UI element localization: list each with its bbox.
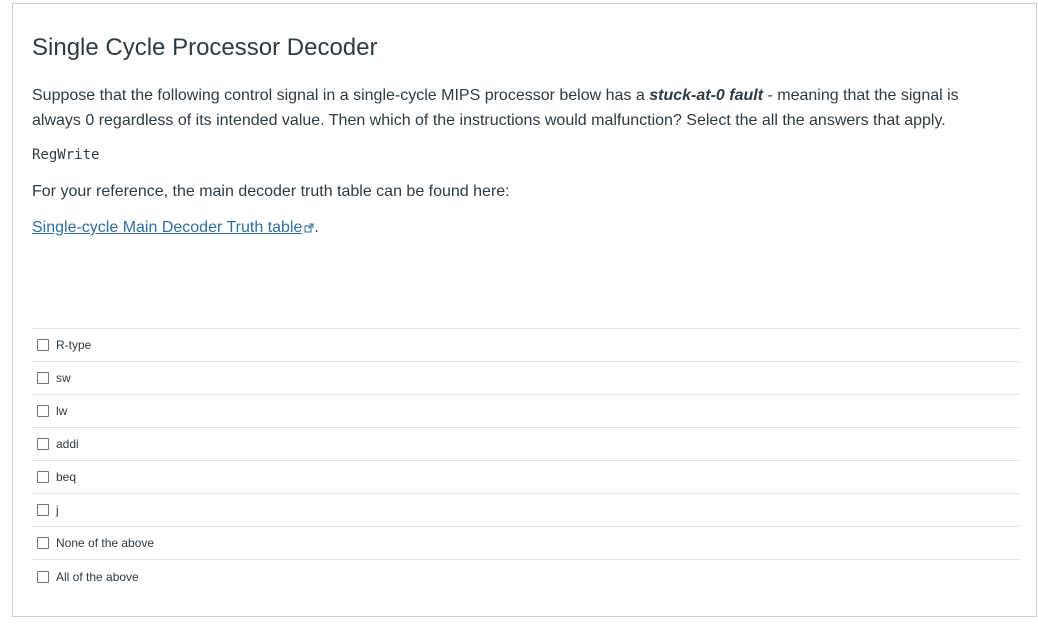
answer-label: All of the above — [56, 569, 139, 584]
quiz-question-panel: Single Cycle Processor Decoder Suppose t… — [12, 3, 1037, 617]
answer-label: R-type — [56, 338, 92, 352]
answer-label: lw — [56, 404, 68, 418]
link-suffix: . — [314, 219, 319, 236]
answer-option-sw[interactable]: sw — [32, 362, 1019, 395]
answer-label: sw — [56, 371, 71, 385]
answer-label: None of the above — [56, 536, 155, 550]
checkbox-addi[interactable] — [37, 438, 49, 450]
question-text-before: Suppose that the following control signa… — [32, 87, 650, 104]
checkbox-none-of-the-above[interactable] — [37, 537, 49, 549]
reference-link-line: Single-cycle Main Decoder Truth table . — [32, 219, 319, 237]
checkbox-sw[interactable] — [37, 372, 49, 384]
answer-option-beq[interactable]: beq — [32, 461, 1019, 494]
checkbox-r-type[interactable] — [37, 339, 49, 351]
checkbox-lw[interactable] — [37, 405, 49, 417]
answer-label: j — [56, 503, 59, 517]
truth-table-link[interactable]: Single-cycle Main Decoder Truth table — [32, 219, 302, 236]
answer-option-all-of-the-above[interactable]: All of the above — [32, 560, 1019, 593]
question-title: Single Cycle Processor Decoder — [32, 34, 378, 61]
question-emphasis: stuck-at-0 fault — [649, 87, 764, 104]
answer-option-addi[interactable]: addi — [32, 428, 1019, 461]
answer-list: R-type sw lw addi beq j None of the abov… — [32, 328, 1019, 593]
control-signal-code: RegWrite — [32, 147, 100, 163]
answer-label: beq — [56, 470, 77, 484]
external-link-icon — [304, 223, 314, 233]
answer-label: addi — [56, 437, 79, 451]
answer-option-r-type[interactable]: R-type — [32, 329, 1019, 362]
checkbox-beq[interactable] — [37, 471, 49, 483]
checkbox-j[interactable] — [37, 504, 49, 516]
checkbox-all-of-the-above[interactable] — [37, 570, 49, 583]
reference-text: For your reference, the main decoder tru… — [32, 183, 510, 200]
answer-option-lw[interactable]: lw — [32, 395, 1019, 428]
answer-option-none-of-the-above[interactable]: None of the above — [32, 527, 1019, 560]
answer-option-j[interactable]: j — [32, 494, 1019, 527]
question-text: Suppose that the following control signa… — [32, 83, 1002, 133]
